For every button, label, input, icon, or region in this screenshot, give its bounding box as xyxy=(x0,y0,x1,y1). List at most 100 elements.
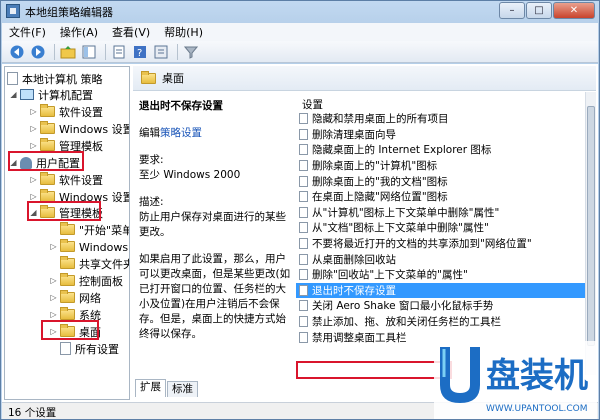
setting-row-label: 不要将最近打开的文档的共享添加到"网络位置" xyxy=(312,238,532,251)
setting-row-label: 删除桌面上的"计算机"图标 xyxy=(312,160,438,173)
filter-icon[interactable] xyxy=(182,43,200,61)
setting-row[interactable]: 禁止添加、拖、放和关闭任务栏的工具栏 xyxy=(296,314,596,330)
setting-row-label: 从桌面删除回收站 xyxy=(312,253,396,266)
tab-standard[interactable]: 标准 xyxy=(167,381,198,397)
setting-doc-icon xyxy=(299,191,308,203)
setting-row-label: 关闭 Aero Shake 窗口最小化鼠标手势 xyxy=(312,300,494,313)
setting-doc-icon xyxy=(299,316,308,328)
menu-help[interactable]: 帮助(H) xyxy=(157,24,210,40)
setting-doc-icon xyxy=(299,253,308,265)
tree-computer-config[interactable]: ◢ 计算机配置 xyxy=(9,86,93,103)
svg-text:WWW.UPANTOOL.COM: WWW.UPANTOOL.COM xyxy=(486,404,588,414)
tab-extended[interactable]: 扩展 xyxy=(135,379,166,397)
tree-windows-settings[interactable]: ▷ Windows 设置 xyxy=(29,120,129,137)
folder-icon xyxy=(40,172,55,185)
vertical-scrollbar[interactable] xyxy=(585,92,596,375)
settings-rows: 隐藏和禁用桌面上的所有项目 删除清理桌面向导 隐藏桌面上的 Internet Exp… xyxy=(296,111,596,345)
console-tree: 本地计算机 策略 ◢ 计算机配置 ▷ 软件设置 ▷ Windows 设置 ▷ 管理模板 … xyxy=(4,66,130,400)
details-header-title: 桌面 xyxy=(162,72,184,85)
requirement-value: 至少 Windows 2000 xyxy=(139,169,241,181)
folder-icon xyxy=(60,307,75,320)
highlight-desktop xyxy=(41,320,99,340)
setting-row-label: 从"文档"图标上下文菜单中删除"属性" xyxy=(312,222,489,235)
setting-row-label: 禁止添加、拖、放和关闭任务栏的工具栏 xyxy=(312,316,501,329)
setting-row[interactable]: 隐藏和禁用桌面上的所有项目 xyxy=(296,111,596,127)
scroll-thumb[interactable] xyxy=(587,106,595,346)
setting-row-label: 从"计算机"图标上下文菜单中删除"属性" xyxy=(312,206,500,219)
setting-row[interactable]: 删除桌面上的"计算机"图标 xyxy=(296,158,596,174)
folder-icon xyxy=(60,273,75,286)
main-window: 本地组策略编辑器 – □ ✕ 文件(F) 操作(A) 查看(V) 帮助(H) ?… xyxy=(0,0,600,420)
properties-icon[interactable] xyxy=(152,43,170,61)
folder-icon xyxy=(40,104,55,117)
requirement-label: 要求: xyxy=(139,154,164,166)
maximize-button[interactable]: □ xyxy=(526,2,552,19)
svg-text:盘装机: 盘装机 xyxy=(486,356,588,396)
menu-file[interactable]: 文件(F) xyxy=(2,24,53,40)
minimize-button[interactable]: – xyxy=(499,2,525,19)
help-icon[interactable]: ? xyxy=(131,43,149,61)
tree-shared-folders[interactable]: 共享文件夹 xyxy=(49,255,129,272)
close-button[interactable]: ✕ xyxy=(553,2,595,19)
setting-title: 退出时不保存设置 xyxy=(139,100,223,112)
highlight-admin-templates xyxy=(27,201,101,221)
menu-bar: 文件(F) 操作(A) 查看(V) 帮助(H) xyxy=(2,23,598,41)
tree-root[interactable]: 本地计算机 策略 xyxy=(7,70,103,87)
back-arrow-icon[interactable] xyxy=(8,43,26,61)
svg-text:?: ? xyxy=(137,48,142,59)
app-icon xyxy=(6,4,20,18)
window-title: 本地组策略编辑器 xyxy=(25,6,113,19)
setting-row[interactable]: 关闭 Aero Shake 窗口最小化鼠标手势 xyxy=(296,298,596,314)
console-tree-icon[interactable] xyxy=(80,43,98,61)
menu-view[interactable]: 查看(V) xyxy=(105,24,157,40)
setting-row[interactable]: 删除清理桌面向导 xyxy=(296,127,596,143)
setting-row-label: 隐藏和禁用桌面上的所有项目 xyxy=(312,113,449,126)
setting-row[interactable]: 隐藏桌面上的 Internet Explorer 图标 xyxy=(296,142,596,158)
folder-icon xyxy=(40,121,55,134)
setting-row-label: 隐藏桌面上的 Internet Explorer 图标 xyxy=(312,144,492,157)
setting-doc-icon xyxy=(299,269,308,281)
setting-doc-icon xyxy=(299,175,308,187)
settings-list: 设置 隐藏和禁用桌面上的所有项目 删除清理桌面向导 隐藏桌面上的 Internet … xyxy=(296,92,596,379)
folder-icon xyxy=(60,256,75,269)
setting-doc-icon xyxy=(299,222,308,234)
tree-network[interactable]: ▷ 网络 xyxy=(49,289,101,306)
computer-icon xyxy=(20,89,34,100)
setting-row[interactable]: 在桌面上隐藏"网络位置"图标 xyxy=(296,189,596,205)
folder-icon xyxy=(60,239,75,252)
edit-policy-link[interactable]: 策略设置 xyxy=(160,127,202,139)
tree-start-menu[interactable]: "开始"菜单 xyxy=(49,221,129,238)
up-folder-icon[interactable] xyxy=(59,43,77,61)
toolbar: ? xyxy=(2,41,598,63)
setting-row[interactable]: 不要将最近打开的文档的共享添加到"网络位置" xyxy=(296,236,596,252)
forward-arrow-icon[interactable] xyxy=(29,43,47,61)
setting-row[interactable]: 退出时不保存设置 xyxy=(296,282,596,299)
tree-all-settings[interactable]: 所有设置 xyxy=(49,340,119,357)
edit-line: 编辑策略设置 xyxy=(139,127,202,139)
setting-row[interactable]: 删除桌面上的"我的文档"图标 xyxy=(296,173,596,189)
folder-icon xyxy=(141,70,156,84)
tree-windows-components[interactable]: ▷Windows 组件 xyxy=(49,238,129,255)
setting-row-label: 禁用调整桌面工具栏 xyxy=(312,331,407,344)
setting-doc-icon xyxy=(299,113,308,125)
setting-row-label: 删除桌面上的"我的文档"图标 xyxy=(312,175,448,188)
setting-row[interactable]: 从"文档"图标上下文菜单中删除"属性" xyxy=(296,220,596,236)
setting-row-label: 删除"回收站"上下文菜单的"属性" xyxy=(312,269,468,282)
setting-row[interactable]: 从桌面删除回收站 xyxy=(296,251,596,267)
folder-icon xyxy=(40,138,55,151)
menu-action[interactable]: 操作(A) xyxy=(53,24,105,40)
setting-doc-icon xyxy=(299,238,308,250)
tree-software-settings[interactable]: ▷ 软件设置 xyxy=(29,103,103,120)
settings-doc-icon xyxy=(60,342,71,355)
setting-doc-icon xyxy=(299,206,308,218)
setting-row[interactable]: 从"计算机"图标上下文菜单中删除"属性" xyxy=(296,205,596,221)
export-list-icon[interactable] xyxy=(110,43,128,61)
setting-doc-icon xyxy=(299,284,308,296)
description-more: 如果启用了此设置，那么，用户可以更改桌面，但是某些更改(如已打开窗口的位置、任务… xyxy=(139,253,291,340)
setting-row[interactable]: 删除"回收站"上下文菜单的"属性" xyxy=(296,267,596,283)
column-header-settings[interactable]: 设置 xyxy=(296,92,596,111)
tree-user-software-settings[interactable]: ▷ 软件设置 xyxy=(29,171,103,188)
details-header: 桌面 xyxy=(133,66,596,91)
tree-control-panel[interactable]: ▷ 控制面板 xyxy=(49,272,123,289)
highlight-user-config xyxy=(8,151,84,171)
